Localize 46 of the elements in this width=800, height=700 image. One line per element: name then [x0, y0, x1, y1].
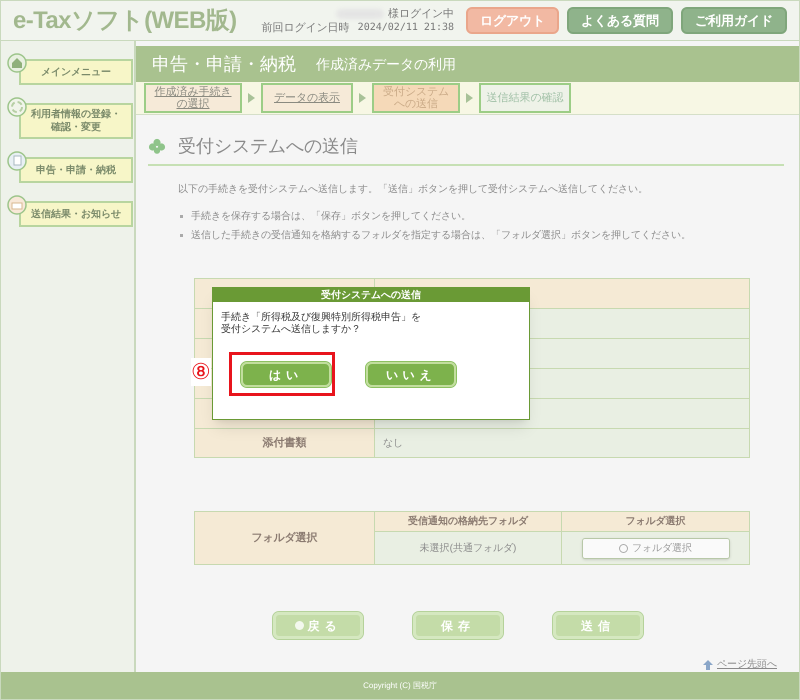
circle-icon: [7, 97, 27, 117]
house-icon: [7, 53, 27, 73]
page-title: 申告・申請・納税: [152, 52, 296, 76]
dialog-button[interactable]: はい: [241, 362, 331, 387]
login-status: 様ログイン中: [388, 6, 454, 20]
logout-button[interactable]: ログアウト: [466, 7, 559, 34]
envelope-icon: [7, 195, 27, 215]
page-top-link[interactable]: ページ先頭へ: [717, 657, 777, 672]
clover-icon: [148, 138, 166, 156]
nav-button[interactable]: よくある質問: [567, 7, 673, 34]
breadcrumb-step[interactable]: 作成済み手続きの選択: [144, 83, 242, 114]
sidebar-item[interactable]: 申告・申請・納税: [19, 157, 133, 183]
section-heading: 受付システムへの送信: [178, 135, 358, 158]
bullet-text: 手続きを保存する場合は、「保存」ボタンを押してください。: [191, 210, 471, 224]
dialog-button[interactable]: いいえ: [366, 362, 456, 387]
copyright-text: Copyright (C) 国税庁: [363, 680, 437, 692]
sidebar-item[interactable]: 利用者情報の登録・確認・変更: [19, 103, 133, 139]
table-cell: なし: [375, 429, 749, 457]
table-cell: 未選択(共通フォルダ): [375, 532, 562, 564]
bullet-text: 送信した手続きの受信通知を格納するフォルダを指定する場合は、「フォルダ選択」ボタンを押してください。: [191, 228, 691, 243]
table-cell: 添付書類: [195, 429, 375, 457]
breadcrumb-step[interactable]: データの表示: [261, 83, 353, 114]
page-subtitle: 作成済みデータの利用: [316, 54, 456, 74]
column-header: フォルダ選択: [562, 512, 749, 532]
last-login-label: 前回ログイン日時: [262, 20, 350, 34]
dialog-message: 受付システムへ送信しますか？: [221, 324, 362, 336]
folder-select-button[interactable]: フォルダ選択: [582, 538, 730, 558]
column-header: 受信通知の格納先フォルダ: [375, 512, 562, 532]
bullet-icon: [180, 234, 183, 237]
sidebar-item[interactable]: 送信結果・お知らせ: [19, 201, 133, 227]
table-cell: フォルダ選択: [195, 512, 375, 564]
back-button[interactable]: 戻る: [273, 612, 363, 639]
dialog-message: 手続き「所得税及び復興特別所得税申告」を: [221, 312, 422, 324]
bullet-icon: [180, 215, 183, 218]
last-login-time: 2024/02/11 21:38: [358, 20, 454, 34]
action-button[interactable]: 送信: [553, 612, 643, 639]
intro-text: 以下の手続きを受付システムへ送信します。「送信」ボタンを押して受付システムへ送信してください。: [178, 182, 649, 197]
breadcrumb-step: 送信結果の確認: [479, 83, 571, 114]
nav-button[interactable]: ご利用ガイド: [681, 7, 787, 34]
document-icon: [7, 151, 27, 171]
app-logo: e-Taxソフト(WEB版): [13, 6, 236, 36]
dialog-title: 受付システムへの送信: [213, 288, 529, 302]
step-number: ⑧: [191, 358, 211, 386]
action-button[interactable]: 保存: [413, 612, 503, 639]
up-arrow-icon: [703, 660, 713, 670]
sidebar-item[interactable]: メインメニュー: [19, 59, 133, 85]
